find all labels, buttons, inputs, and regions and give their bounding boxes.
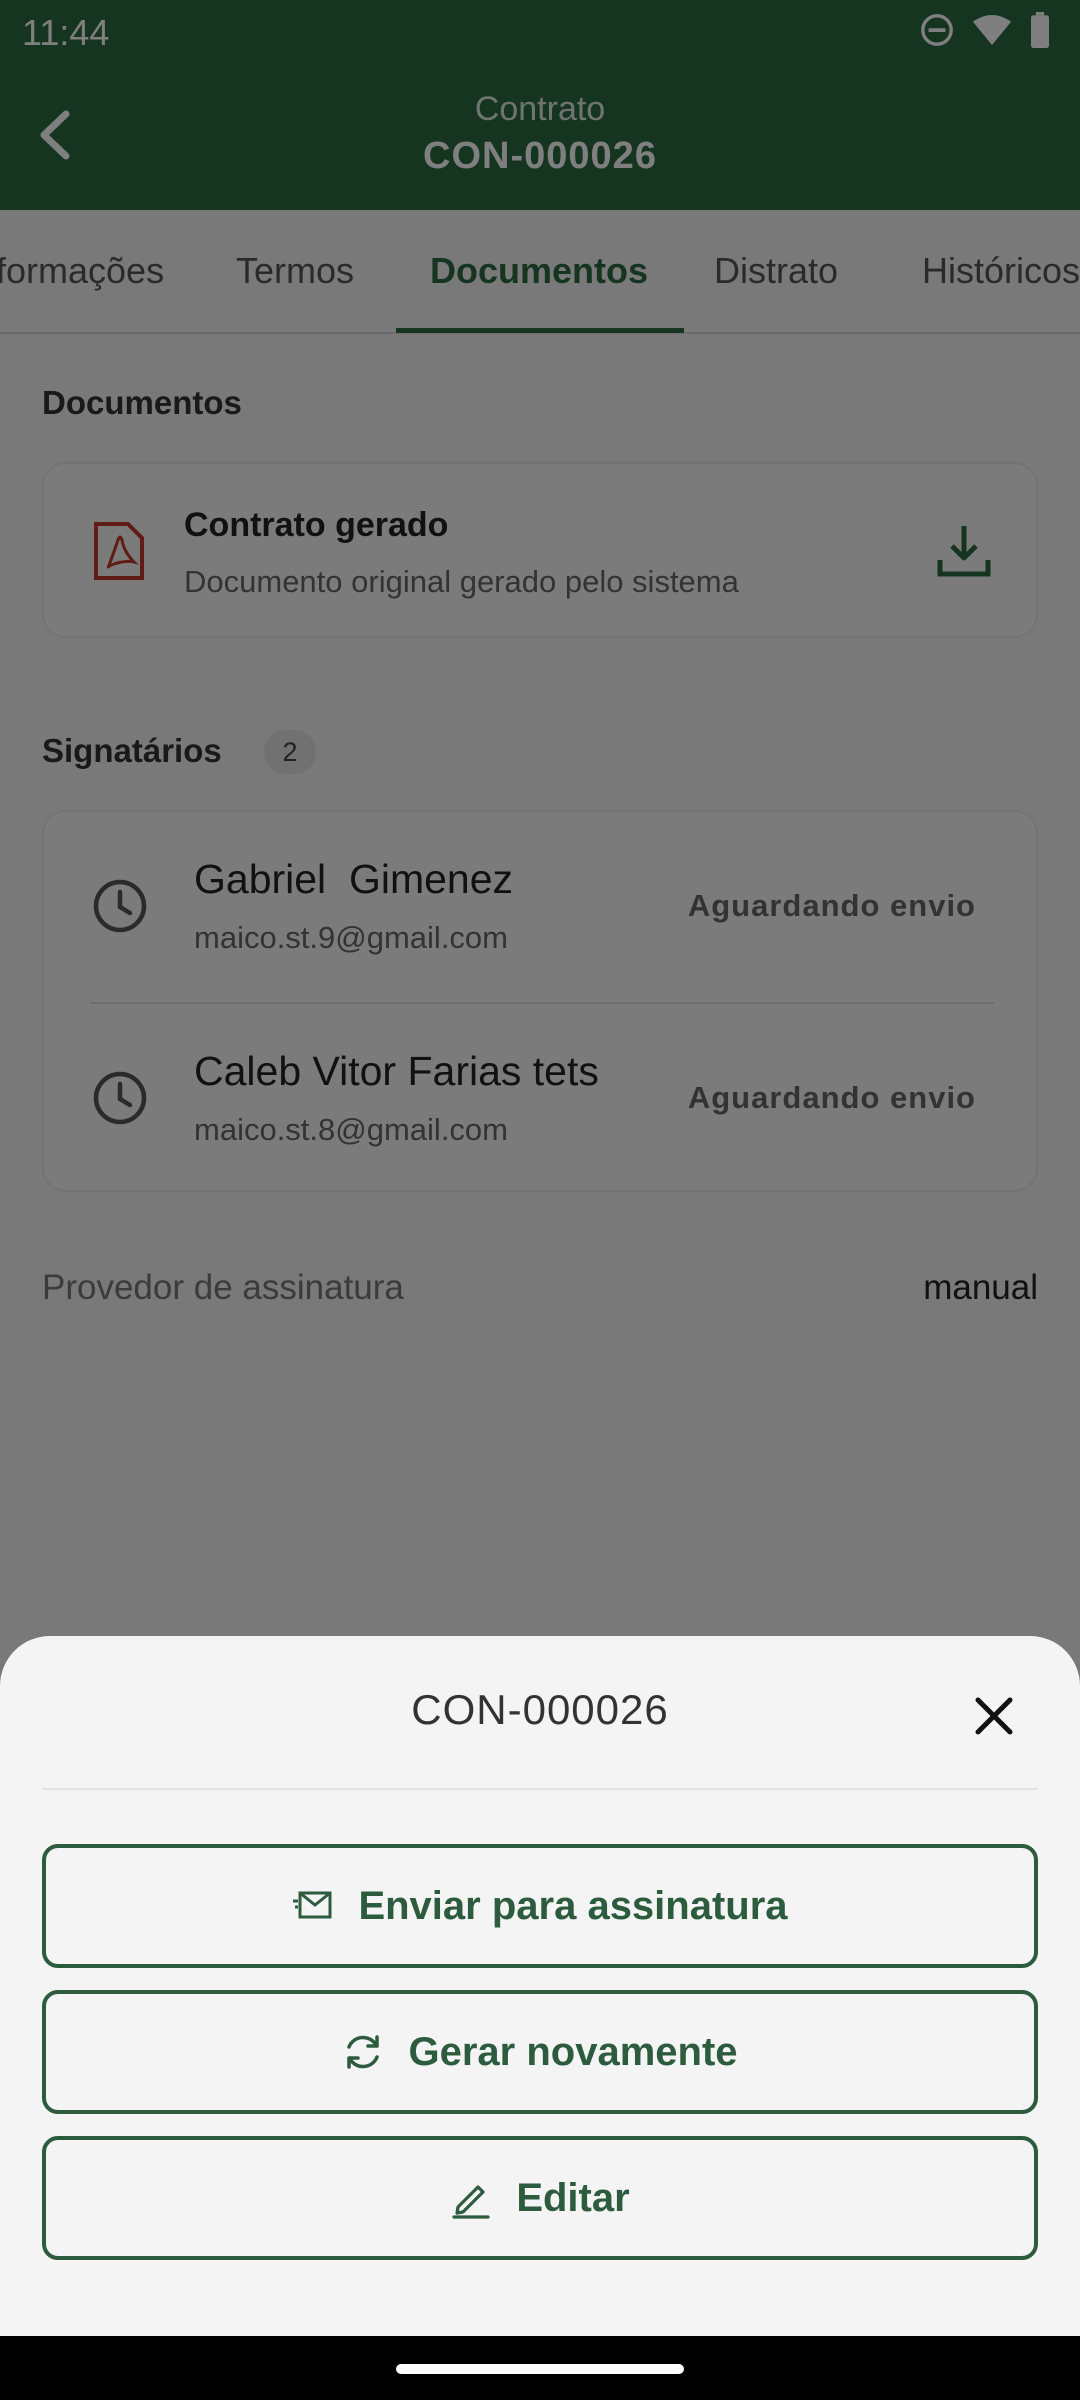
close-icon xyxy=(975,1697,1013,1735)
edit-label: Editar xyxy=(516,2175,630,2220)
send-for-signature-button[interactable]: Enviar para assinatura xyxy=(42,1844,1038,1968)
actions-bottom-sheet: CON-000026 Enviar para assinatura Gerar … xyxy=(0,1636,1080,2336)
regenerate-label: Gerar novamente xyxy=(408,2029,738,2074)
sheet-title: CON-000026 xyxy=(411,1686,669,1733)
edit-button[interactable]: Editar xyxy=(42,2136,1038,2260)
send-mail-icon xyxy=(293,1891,332,1919)
home-gesture-handle[interactable] xyxy=(396,2364,684,2374)
pencil-icon xyxy=(452,2185,490,2219)
send-for-signature-label: Enviar para assinatura xyxy=(358,1883,788,1928)
sheet-divider xyxy=(42,1788,1038,1790)
refresh-icon xyxy=(347,2035,380,2069)
close-button[interactable] xyxy=(966,1688,1022,1744)
regenerate-button[interactable]: Gerar novamente xyxy=(42,1990,1038,2114)
